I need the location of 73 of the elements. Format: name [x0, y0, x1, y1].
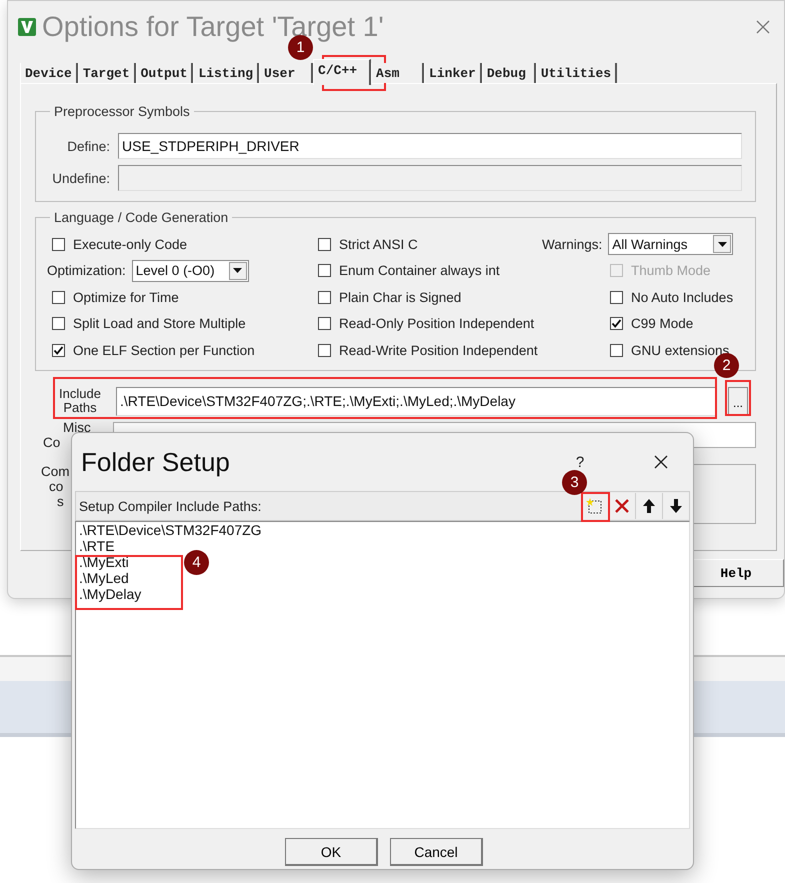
checkbox[interactable]	[318, 344, 331, 357]
checkbox[interactable]	[52, 344, 65, 357]
tab[interactable]: Listing	[193, 63, 260, 83]
checkbox[interactable]	[610, 290, 623, 304]
checkbox[interactable]	[52, 238, 65, 251]
help-button[interactable]: ?	[560, 452, 600, 472]
delete-icon	[614, 498, 630, 514]
ok-button[interactable]: OK	[285, 838, 378, 866]
field-label: co	[48, 478, 64, 494]
tab[interactable]: Output	[136, 63, 194, 83]
dropdown[interactable]: All Warnings	[608, 233, 734, 256]
field-label: Misc	[62, 420, 92, 434]
tab[interactable]: Linker	[424, 63, 482, 83]
field-label: Optimization:	[47, 263, 126, 278]
move-down-button[interactable]	[662, 493, 689, 519]
checkbox-label[interactable]: One ELF Section per Function	[52, 342, 255, 358]
window-title: Folder Setup	[81, 446, 231, 478]
list-item[interactable]: .\MyDelay	[79, 586, 142, 602]
checkbox-label[interactable]: Execute-only Code	[52, 236, 188, 252]
cancel-button[interactable]: Cancel	[390, 838, 483, 866]
checkbox[interactable]	[318, 290, 331, 304]
field-label: Undefine:	[51, 170, 110, 186]
tab[interactable]: Device	[20, 63, 78, 83]
checkbox-label[interactable]: No Auto Includes	[610, 290, 734, 305]
checkbox[interactable]	[52, 290, 65, 304]
checkbox[interactable]	[318, 264, 331, 278]
field-label: Include Paths	[58, 387, 102, 415]
arrow-up-icon	[642, 498, 656, 514]
list-item[interactable]: .\MyExti	[79, 554, 129, 570]
checkbox-label[interactable]: Strict ANSI C	[318, 236, 418, 252]
checkbox-label[interactable]: Enum Container always int	[318, 263, 500, 278]
checkbox-label[interactable]: Optimize for Time	[52, 290, 179, 305]
checkbox-label[interactable]: Read-Write Position Independent	[318, 342, 538, 358]
field-label: Com	[40, 464, 71, 478]
field-label: Warnings:	[542, 236, 602, 252]
checkbox[interactable]	[52, 317, 65, 330]
group-title: Language / Code Generation	[53, 210, 230, 225]
tab[interactable]: Target	[78, 63, 136, 83]
field-label: Define:	[66, 138, 110, 154]
list-item[interactable]: .\MyLed	[79, 570, 129, 586]
group-title: Preprocessor Symbols	[53, 104, 191, 119]
include-paths-field[interactable]: .\RTE\Device\STM32F407ZG;.\RTE;.\MyExti;.\MyLed;.\MyDelay	[116, 386, 716, 416]
text-field[interactable]: USE_STDPERIPH_DRIVER	[118, 133, 742, 159]
app-icon	[18, 18, 36, 36]
browse-button[interactable]: ...	[728, 387, 748, 415]
move-up-button[interactable]	[635, 493, 662, 519]
checkbox-label[interactable]: Split Load and Store Multiple	[52, 316, 246, 332]
close-icon[interactable]	[756, 20, 770, 34]
checkbox-label[interactable]: Plain Char is Signed	[318, 290, 462, 305]
tab[interactable]: C/C++	[313, 59, 372, 85]
checkbox[interactable]	[318, 238, 331, 251]
checkbox[interactable]	[318, 317, 331, 330]
tab[interactable]: Utilities	[536, 63, 618, 83]
caret-icon	[718, 242, 727, 247]
delete-button[interactable]	[608, 493, 635, 519]
tab[interactable]: Asm	[371, 63, 424, 83]
tab[interactable]: User	[259, 63, 314, 83]
highlight-frame	[581, 492, 610, 522]
highlight-frame	[725, 380, 751, 416]
list-title: Setup Compiler Include Paths:	[78, 498, 262, 514]
checkbox-label[interactable]: Read-Only Position Independent	[318, 316, 534, 332]
checkbox-label[interactable]: C99 Mode	[610, 316, 694, 332]
caret-icon	[233, 268, 242, 274]
new-item-icon	[586, 497, 604, 515]
tab[interactable]: Debug	[482, 63, 536, 83]
list-item[interactable]: .\RTE\Device\STM32F407ZG	[79, 522, 262, 538]
arrow-down-icon	[669, 498, 683, 514]
checkbox[interactable]	[610, 344, 623, 357]
list-item[interactable]: .\RTE	[79, 538, 115, 554]
field-label: Co	[42, 434, 62, 450]
dropdown[interactable]: Level 0 (-O0)	[132, 260, 249, 282]
checkbox[interactable]	[610, 317, 623, 330]
close-icon	[654, 455, 668, 469]
